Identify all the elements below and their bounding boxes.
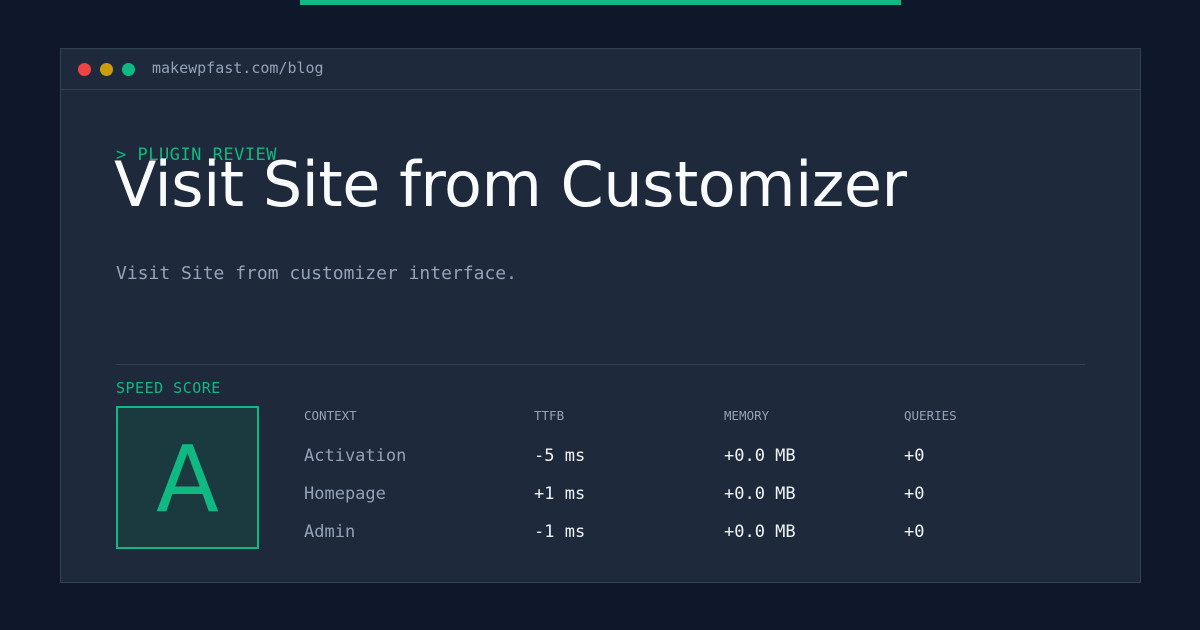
- row-homepage-context: Homepage: [304, 484, 386, 504]
- row-activation-context: Activation: [304, 446, 407, 466]
- browser-window: makewpfast.com/blog > PLUGIN REVIEW Visi…: [60, 48, 1141, 583]
- row-homepage-queries: +0: [904, 484, 925, 504]
- row-admin-queries: +0: [904, 522, 925, 542]
- row-activation-queries: +0: [904, 446, 925, 466]
- maximize-dot-icon: [122, 63, 135, 76]
- row-admin-ttfb: -1 ms: [534, 522, 586, 542]
- header-memory: MEMORY: [724, 408, 770, 423]
- row-homepage-ttfb: +1 ms: [534, 484, 586, 504]
- header-queries: QUERIES: [904, 408, 957, 423]
- row-admin-memory: +0.0 MB: [724, 522, 796, 542]
- row-homepage-memory: +0.0 MB: [724, 484, 796, 504]
- speed-grade-badge: A: [116, 406, 259, 549]
- speed-score-label: SPEED SCORE: [116, 379, 221, 397]
- metrics-table: CONTEXT TTFB MEMORY QUERIES Activation -…: [304, 406, 1084, 546]
- header-ttfb: TTFB: [534, 408, 565, 423]
- section-divider: [116, 364, 1085, 365]
- address-url: makewpfast.com/blog: [152, 59, 324, 77]
- close-dot-icon: [78, 63, 91, 76]
- minimize-dot-icon: [100, 63, 113, 76]
- window-titlebar: makewpfast.com/blog: [61, 49, 1140, 90]
- page-subtitle: Visit Site from customizer interface.: [116, 263, 517, 284]
- speed-grade: A: [156, 425, 219, 533]
- row-admin-context: Admin: [304, 522, 356, 542]
- top-accent-bar: [300, 0, 901, 5]
- row-activation-memory: +0.0 MB: [724, 446, 796, 466]
- header-context: CONTEXT: [304, 408, 357, 423]
- row-activation-ttfb: -5 ms: [534, 446, 586, 466]
- page-title: Visit Site from Customizer: [114, 148, 907, 221]
